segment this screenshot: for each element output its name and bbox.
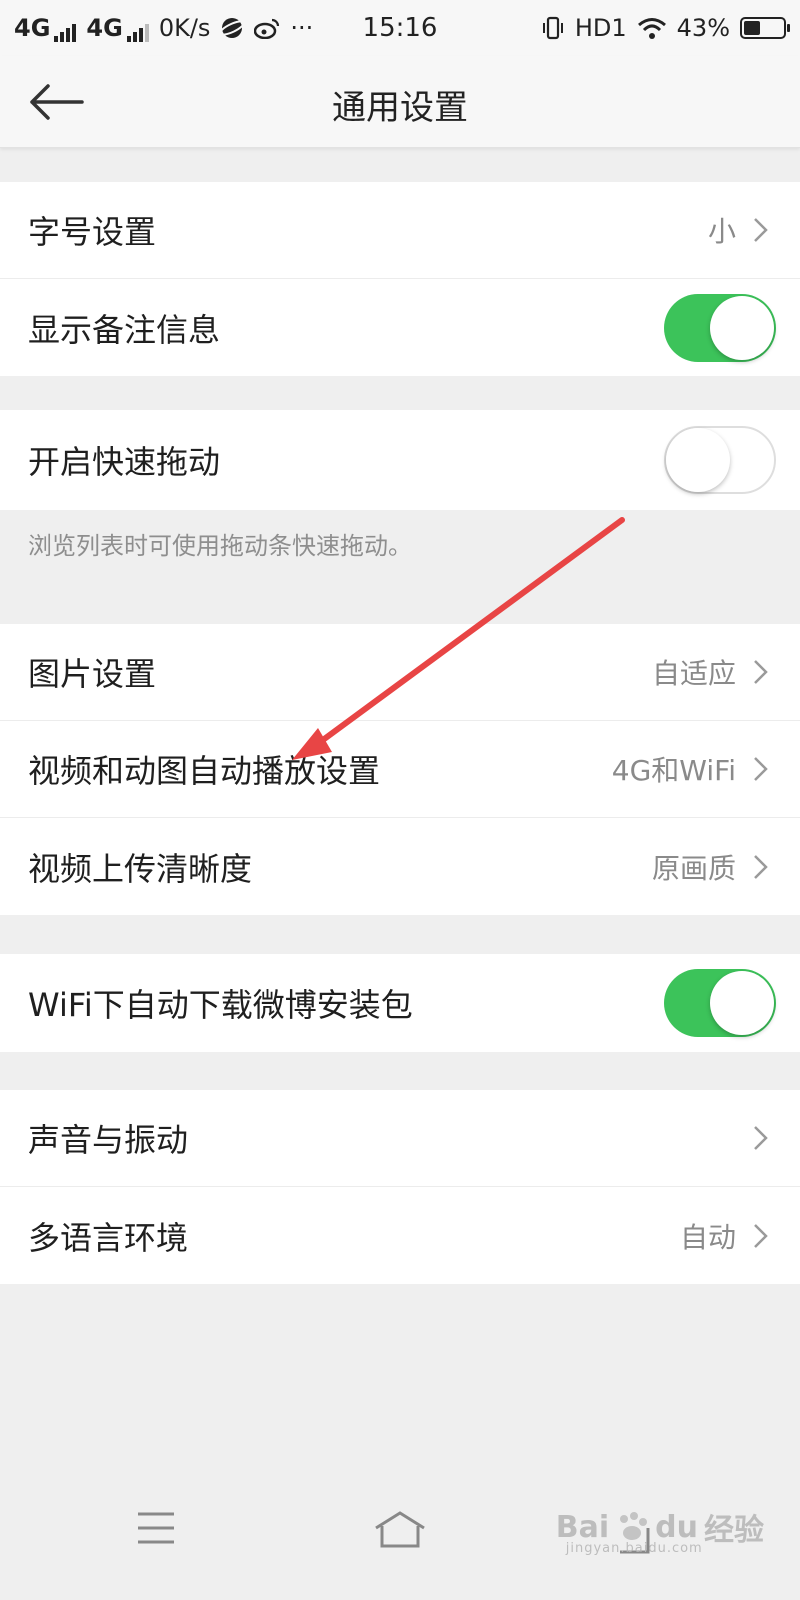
image-settings-label: 图片设置: [28, 655, 157, 693]
signal-2: 4G: [86, 14, 149, 42]
weibo-icon: [254, 18, 280, 39]
settings-group-display: 字号设置 小 显示备注信息: [0, 182, 800, 376]
signal-1: 4G: [14, 14, 77, 42]
chevron-right-icon: [754, 660, 768, 684]
signal-bars-icon: [126, 22, 149, 42]
chevron-right-icon: [754, 1126, 768, 1150]
fast-drag-toggle[interactable]: [664, 426, 776, 494]
watermark-url: jingyan.baidu.com: [565, 1541, 703, 1556]
status-left: 4G 4G 0K/s ···: [14, 14, 313, 42]
watermark-jingyan: 经验: [704, 1513, 764, 1548]
language-value: 自动: [679, 1220, 736, 1254]
settings-group-misc: 声音与振动 多语言环境 自动: [0, 1090, 800, 1284]
wifi-download-label: WiFi下自动下载微博安装包: [28, 986, 413, 1024]
home-icon[interactable]: [372, 1510, 428, 1550]
font-size-value: 小: [707, 215, 736, 248]
watermark-brand: Bai: [555, 1509, 610, 1545]
language-label: 多语言环境: [28, 1218, 189, 1257]
language-row[interactable]: 多语言环境 自动: [0, 1187, 800, 1284]
wifi-download-row: WiFi下自动下载微博安装包: [0, 954, 800, 1052]
baidu-jingyan-watermark: Bai du 经验 jingyan.baidu.com: [555, 1505, 764, 1557]
settings-group-drag: 开启快速拖动: [0, 410, 800, 510]
show-remark-toggle[interactable]: [664, 293, 776, 362]
fast-drag-label: 开启快速拖动: [28, 443, 221, 481]
watermark-brand-2: du: [655, 1509, 698, 1545]
paw-icon: [620, 1512, 648, 1540]
sound-vibration-row[interactable]: 声音与振动: [0, 1090, 800, 1187]
network-type-2: 4G: [86, 14, 123, 42]
wifi-download-toggle[interactable]: [664, 969, 776, 1037]
chevron-right-icon: [754, 757, 768, 781]
settings-group-download: WiFi下自动下载微博安装包: [0, 954, 800, 1052]
vibrate-icon: [542, 16, 563, 40]
chevron-right-icon: [754, 218, 768, 242]
show-remark-row: 显示备注信息: [0, 279, 800, 376]
title-bar: 通用设置: [0, 56, 800, 148]
battery-icon: [740, 17, 790, 39]
font-size-label: 字号设置: [28, 213, 157, 251]
status-bar: 4G 4G 0K/s ··· 15:16 HD1 43%: [0, 0, 800, 56]
autoplay-settings-label: 视频和动图自动播放设置: [28, 752, 381, 790]
more-notifications: ···: [290, 14, 314, 42]
network-type-1: 4G: [14, 14, 51, 42]
wifi-icon: [637, 18, 666, 39]
fast-drag-row: 开启快速拖动: [0, 410, 800, 510]
browser-app-icon: [220, 18, 245, 38]
status-right: HD1 43%: [541, 14, 790, 42]
menu-icon[interactable]: [136, 1510, 176, 1546]
battery-percent: 43%: [676, 14, 730, 42]
chevron-right-icon: [754, 854, 768, 879]
fast-drag-hint: 浏览列表时可使用拖动条快速拖动。: [28, 532, 412, 560]
show-remark-label: 显示备注信息: [28, 310, 221, 349]
settings-group-media: 图片设置 自适应 视频和动图自动播放设置 4G和WiFi 视频上传清晰度 原画质: [0, 624, 800, 915]
autoplay-settings-row[interactable]: 视频和动图自动播放设置 4G和WiFi: [0, 721, 800, 818]
font-size-row[interactable]: 字号设置 小: [0, 182, 800, 279]
upload-quality-value: 原画质: [651, 851, 736, 885]
toggle-knob: [710, 295, 774, 360]
signal-bars-icon: [54, 22, 77, 42]
network-speed: 0K/s: [158, 14, 211, 42]
toggle-knob: [710, 971, 774, 1035]
sound-vibration-label: 声音与振动: [28, 1121, 189, 1159]
chevron-right-icon: [754, 1223, 768, 1248]
hd-label: HD1: [574, 14, 627, 42]
upload-quality-row[interactable]: 视频上传清晰度 原画质: [0, 818, 800, 915]
image-settings-value: 自适应: [651, 657, 736, 690]
page-title: 通用设置: [332, 88, 468, 128]
toggle-knob: [666, 428, 730, 492]
upload-quality-label: 视频上传清晰度: [28, 849, 253, 888]
image-settings-row[interactable]: 图片设置 自适应: [0, 624, 800, 721]
autoplay-settings-value: 4G和WiFi: [611, 754, 736, 787]
